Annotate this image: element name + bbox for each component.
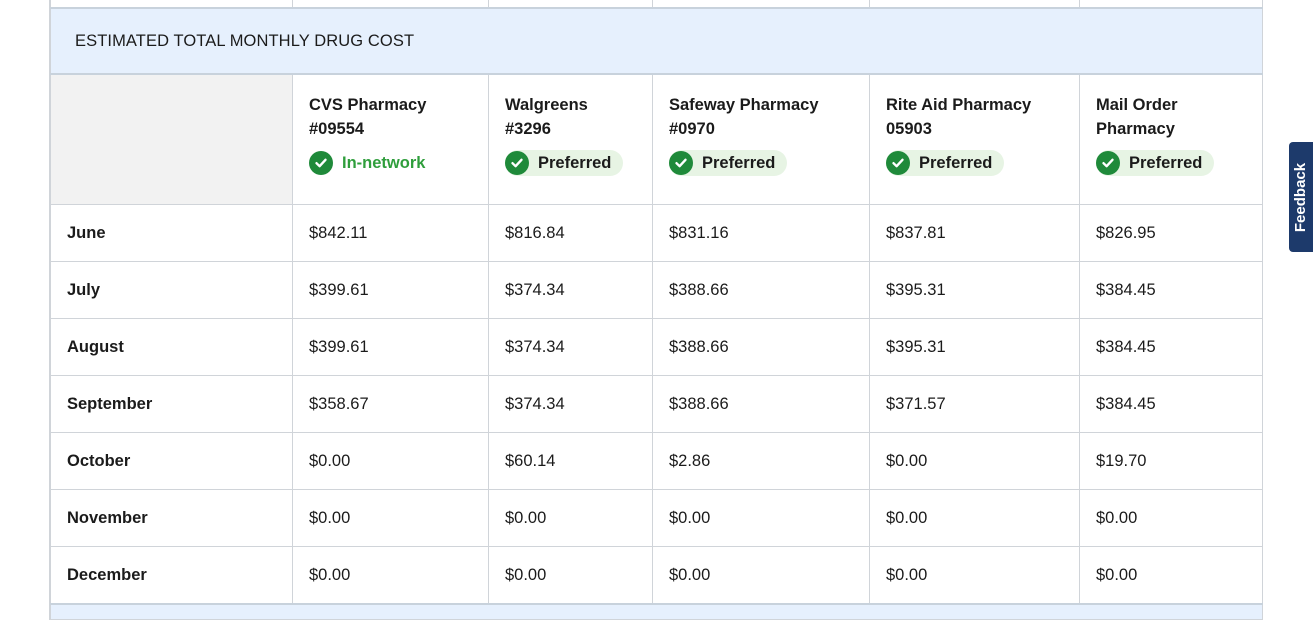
pharmacy-name: CVS Pharmacy #09554 [309,96,427,138]
cost-cell: $0.00 [488,546,653,605]
cost-cell: $388.66 [652,318,870,376]
cost-cell: $2.86 [652,432,870,490]
cost-cell: $0.00 [652,546,870,605]
corner-cell [50,73,293,205]
previous-row-stub [50,0,1263,9]
feedback-tab[interactable]: Feedback [1289,142,1313,252]
cost-cell: $388.66 [652,261,870,319]
pharmacy-name: Safeway Pharmacy #0970 [669,96,819,138]
network-status-badge: In-network [309,150,437,176]
cost-cell: $395.31 [869,318,1080,376]
feedback-label: Feedback [1292,162,1310,232]
cost-cell: $371.57 [869,375,1080,433]
cost-cell: $395.31 [869,261,1080,319]
cost-cell: $374.34 [488,318,653,376]
cost-cell: $0.00 [292,546,489,605]
table-row: November $0.00 $0.00 $0.00 $0.00 $0.00 [50,489,1263,547]
cost-cell: $0.00 [652,489,870,547]
cost-cell: $826.95 [1079,204,1263,262]
month-label: November [50,489,293,547]
month-label: December [50,546,293,605]
pharmacy-header-row: CVS Pharmacy #09554 In-network Walgreens #… [50,73,1263,205]
drug-cost-table: ESTIMATED TOTAL MONTHLY DRUG COST CVS Ph… [50,0,1263,620]
month-label: October [50,432,293,490]
cost-cell: $358.67 [292,375,489,433]
cost-cell: $399.61 [292,261,489,319]
drug-cost-table-container: ESTIMATED TOTAL MONTHLY DRUG COST CVS Ph… [49,0,1263,620]
check-circle-icon [669,151,693,175]
network-status-badge: Preferred [1096,150,1215,176]
check-circle-icon [505,151,529,175]
cost-cell: $19.70 [1079,432,1263,490]
cost-cell: $0.00 [869,546,1080,605]
cost-cell: $0.00 [869,489,1080,547]
cost-cell: $837.81 [869,204,1080,262]
month-label: August [50,318,293,376]
pharmacy-header-cell: Mail Order Pharmacy Preferred [1079,73,1263,205]
cost-cell: $384.45 [1079,261,1263,319]
network-status-label: Preferred [1129,153,1203,172]
check-circle-icon [1096,151,1120,175]
month-label: June [50,204,293,262]
cost-cell: $384.45 [1079,318,1263,376]
section-header-row: ESTIMATED TOTAL MONTHLY DRUG COST [50,7,1263,75]
table-row: December $0.00 $0.00 $0.00 $0.00 $0.00 [50,546,1263,605]
next-section-stub [50,603,1263,620]
cost-cell: $374.34 [488,261,653,319]
cost-cell: $60.14 [488,432,653,490]
table-row: August $399.61 $374.34 $388.66 $395.31 $384.4… [50,318,1263,376]
pharmacy-header-cell: Walgreens #3296 Preferred [488,73,653,205]
cost-cell: $816.84 [488,204,653,262]
network-status-label: In-network [342,153,426,172]
cost-cell: $0.00 [292,432,489,490]
cost-cell: $399.61 [292,318,489,376]
table-row: October $0.00 $60.14 $2.86 $0.00 $19.70 [50,432,1263,490]
pharmacy-header-cell: Safeway Pharmacy #0970 Preferred [652,73,870,205]
check-circle-icon [886,151,910,175]
network-status-badge: Preferred [886,150,1005,176]
network-status-badge: Preferred [505,150,624,176]
cost-cell: $831.16 [652,204,870,262]
cost-cell: $0.00 [292,489,489,547]
cost-cell: $384.45 [1079,375,1263,433]
pharmacy-name: Walgreens #3296 [505,96,588,138]
table-row: July $399.61 $374.34 $388.66 $395.31 $384.45 [50,261,1263,319]
cost-cell: $374.34 [488,375,653,433]
section-title: ESTIMATED TOTAL MONTHLY DRUG COST [50,7,1263,75]
cost-cell: $0.00 [1079,489,1263,547]
cost-cell: $388.66 [652,375,870,433]
network-status-label: Preferred [919,153,993,172]
cost-cell: $0.00 [869,432,1080,490]
pharmacy-header-cell: Rite Aid Pharmacy 05903 Preferred [869,73,1080,205]
cost-cell: $0.00 [1079,546,1263,605]
network-status-badge: Preferred [669,150,788,176]
check-circle-icon [309,151,333,175]
pharmacy-name: Mail Order Pharmacy [1096,96,1178,138]
cost-cell: $842.11 [292,204,489,262]
month-label: September [50,375,293,433]
month-label: July [50,261,293,319]
pharmacy-header-cell: CVS Pharmacy #09554 In-network [292,73,489,205]
pharmacy-name: Rite Aid Pharmacy 05903 [886,96,1032,138]
network-status-label: Preferred [538,153,612,172]
table-row: June $842.11 $816.84 $831.16 $837.81 $826.95 [50,204,1263,262]
cost-cell: $0.00 [488,489,653,547]
network-status-label: Preferred [702,153,776,172]
table-row: September $358.67 $374.34 $388.66 $371.57 $38… [50,375,1263,433]
